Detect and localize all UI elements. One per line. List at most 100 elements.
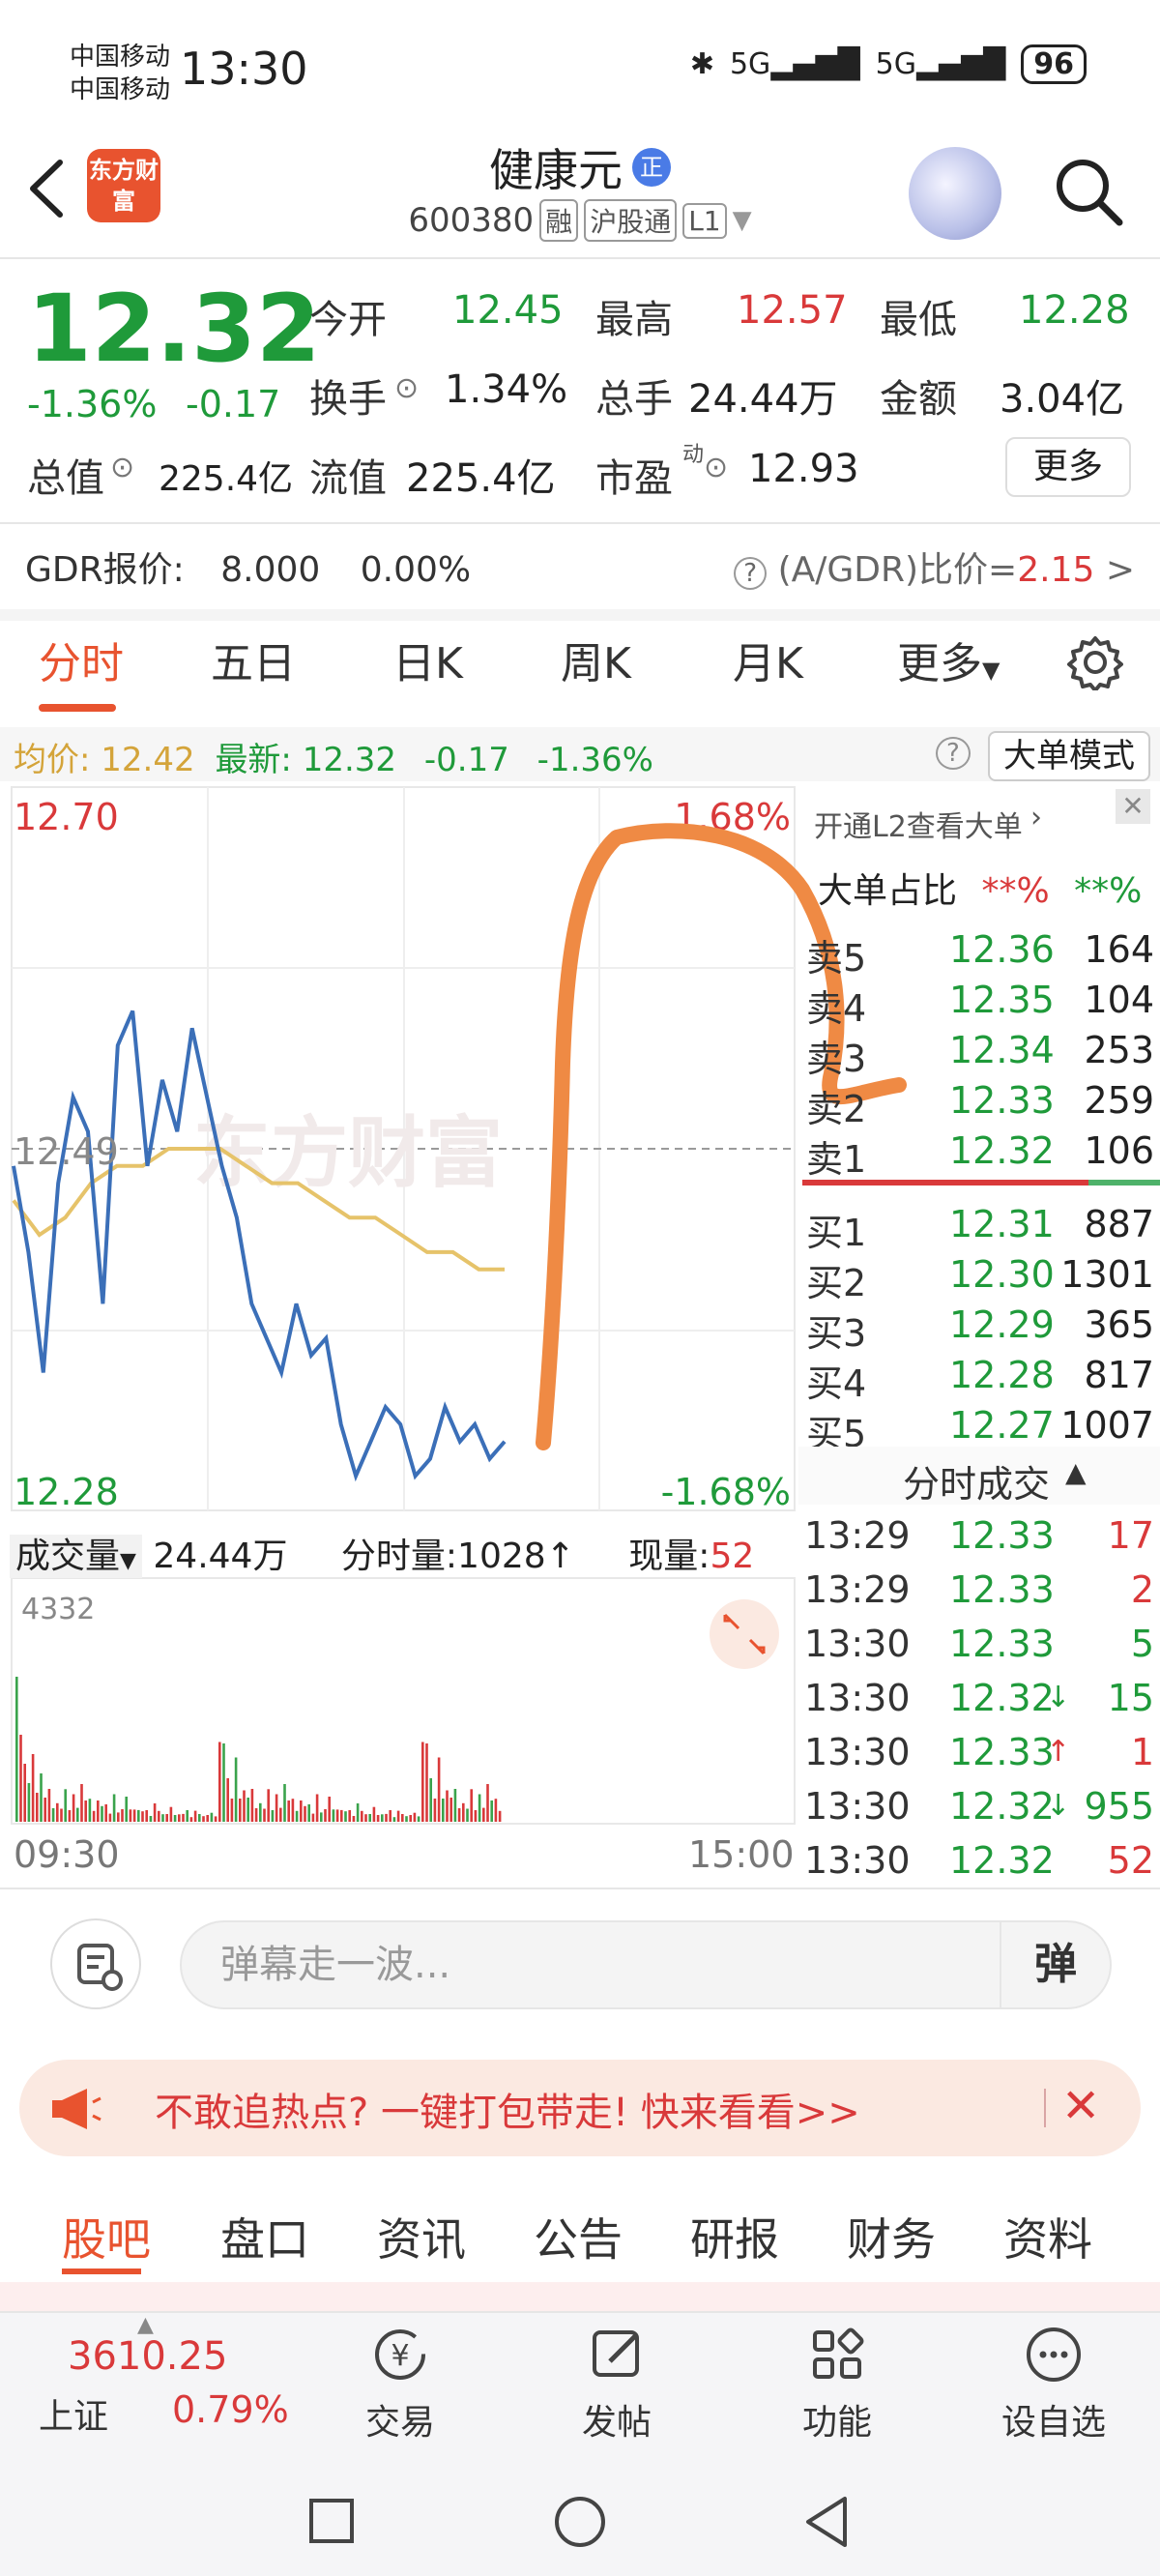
danmu-toggle-button[interactable]: 弹 <box>1000 1920 1112 2009</box>
ask-label: 卖2 <box>806 1088 867 1130</box>
robot-assistant-icon[interactable] <box>909 147 1001 240</box>
ask-row[interactable]: 卖4 12.35 104 <box>802 979 1160 1030</box>
volume-bar <box>202 1816 205 1823</box>
turnover-value: 1.34% <box>445 367 568 412</box>
current-volume: 52 <box>710 1537 755 1576</box>
trades-header[interactable]: 分时成交 ▲ <box>798 1447 1160 1506</box>
tab-financials[interactable]: 财务 <box>847 2205 936 2269</box>
home-icon[interactable] <box>553 2495 607 2549</box>
volume-bar <box>101 1805 103 1822</box>
trade-price: 12.33 <box>949 1731 1055 1773</box>
search-icon[interactable] <box>1050 153 1127 230</box>
settings-gear-icon[interactable] <box>1067 634 1123 690</box>
tab-intraday[interactable]: 分时 <box>39 629 124 690</box>
bid-row[interactable]: 买2 12.30 1301 <box>802 1253 1160 1304</box>
volume-bar <box>214 1816 218 1822</box>
volume-bar <box>226 1778 229 1822</box>
close-icon[interactable]: ✕ <box>1061 2079 1100 2133</box>
volume-bar <box>425 1743 428 1822</box>
tab-news[interactable]: 资讯 <box>377 2205 466 2269</box>
volume-max-label: 4332 <box>21 1593 95 1626</box>
post-button[interactable]: 发帖 <box>549 2321 684 2444</box>
volume-bar <box>405 1816 408 1823</box>
ask-row[interactable]: 卖3 12.34 253 <box>802 1029 1160 1080</box>
gdr-ratio[interactable]: ? (A/GDR)比价=2.15 > <box>734 542 1135 592</box>
volume-bar <box>474 1810 478 1822</box>
volume-bar <box>137 1809 140 1822</box>
l2-promo[interactable]: 开通L2查看大单 › ✕ <box>798 785 1160 853</box>
index-value[interactable]: 3610.25 <box>68 2334 227 2379</box>
volume-bar <box>88 1799 92 1822</box>
signal-1-label: 5G <box>729 47 771 81</box>
volume-bar <box>275 1794 278 1822</box>
trade-time: 13:30 <box>804 1623 911 1665</box>
volume-bar <box>92 1810 96 1822</box>
volume-bar <box>97 1800 100 1822</box>
open-label: 今开 <box>309 298 387 342</box>
volume-bar <box>324 1809 327 1822</box>
volume-bar <box>498 1810 502 1822</box>
comment-settings-icon[interactable] <box>50 1918 141 2009</box>
help-icon[interactable]: ? <box>936 737 971 770</box>
tab-profile[interactable]: 资料 <box>1003 2205 1092 2269</box>
volume-bar <box>56 1802 59 1823</box>
trade-volume: 17 <box>1107 1514 1154 1557</box>
tab-orderbook[interactable]: 盘口 <box>220 2205 309 2269</box>
bid-row[interactable]: 买3 12.29 365 <box>802 1303 1160 1355</box>
tab-announcements[interactable]: 公告 <box>534 2205 623 2269</box>
l2-link[interactable]: 开通L2查看大单 <box>814 803 1023 845</box>
ask-row[interactable]: 卖5 12.36 164 <box>802 928 1160 980</box>
trade-price: 12.32 <box>949 1677 1055 1719</box>
ask-row[interactable]: 卖2 12.33 259 <box>802 1079 1160 1130</box>
more-button[interactable]: 更多 <box>1005 437 1131 497</box>
info-icon[interactable]: ⊙ <box>394 371 419 405</box>
back-icon[interactable] <box>802 2495 851 2549</box>
close-icon[interactable]: ✕ <box>1116 789 1150 824</box>
trade-button[interactable]: ¥ 交易 <box>333 2321 468 2444</box>
info-icon[interactable]: ⊙ <box>110 451 134 484</box>
danmu-input[interactable]: 弹幕走一波... <box>180 1920 1001 2009</box>
volume-bar <box>169 1806 173 1822</box>
volume-bar <box>129 1809 132 1823</box>
big-order-mode-button[interactable]: 大单模式 <box>988 731 1150 781</box>
bid-volume: 1007 <box>1060 1404 1154 1447</box>
caret-up-icon: ▲ <box>1065 1456 1087 1488</box>
tab-more[interactable]: 更多▼ <box>897 629 1000 690</box>
volume-bar <box>153 1803 157 1822</box>
chevron-right-icon: > <box>1105 550 1135 590</box>
bid-volume: 817 <box>1084 1354 1154 1396</box>
tab-research[interactable]: 研报 <box>690 2205 779 2269</box>
margin-tag: 融 <box>539 199 579 242</box>
volume-bar <box>389 1810 392 1822</box>
trade-time: 13:30 <box>804 1677 911 1719</box>
info-icon[interactable]: ⊙ <box>704 451 728 484</box>
promo-text[interactable]: 不敢追热点? 一键打包带走! 快来看看>> <box>155 2081 860 2137</box>
tab-five-day[interactable]: 五日 <box>211 629 296 690</box>
volume-bar <box>263 1808 266 1822</box>
volume-bar <box>259 1802 262 1823</box>
trade-time: 13:30 <box>804 1839 911 1882</box>
tab-monthly-k[interactable]: 月K <box>733 629 803 690</box>
volume-bar <box>385 1813 388 1822</box>
functions-button[interactable]: 功能 <box>769 2321 905 2444</box>
tab-daily-k[interactable]: 日K <box>392 629 463 690</box>
volume-dropdown[interactable]: 成交量▼ <box>10 1535 142 1578</box>
volume-info-row: 成交量▼ 24.44万 分时量:1028↑ 现量:52 <box>10 1528 754 1578</box>
ask-volume: 106 <box>1084 1129 1154 1172</box>
bid-row[interactable]: 买4 12.28 817 <box>802 1354 1160 1405</box>
add-watchlist-button[interactable]: 设自选 <box>986 2321 1121 2444</box>
volume-bar <box>307 1804 310 1822</box>
bid-row[interactable]: 买1 12.31 887 <box>802 1203 1160 1254</box>
ask-row[interactable]: 卖1 12.32 106 <box>802 1129 1160 1181</box>
recent-apps-icon[interactable] <box>307 2497 356 2545</box>
battery-icon: 96 <box>1021 44 1087 84</box>
ask-price: 12.33 <box>949 1079 1055 1122</box>
period-volume-label: 分时量: <box>340 1537 458 1576</box>
tab-weekly-k[interactable]: 周K <box>561 629 631 690</box>
trade-row: 13:29 12.33 2 <box>802 1568 1160 1623</box>
tab-forum[interactable]: 股吧 <box>62 2205 151 2269</box>
volume-bar <box>417 1816 420 1822</box>
gdr-price: 8.000 <box>220 550 321 590</box>
volume-bar <box>186 1810 188 1822</box>
carrier-2: 中国移动 <box>70 75 171 104</box>
